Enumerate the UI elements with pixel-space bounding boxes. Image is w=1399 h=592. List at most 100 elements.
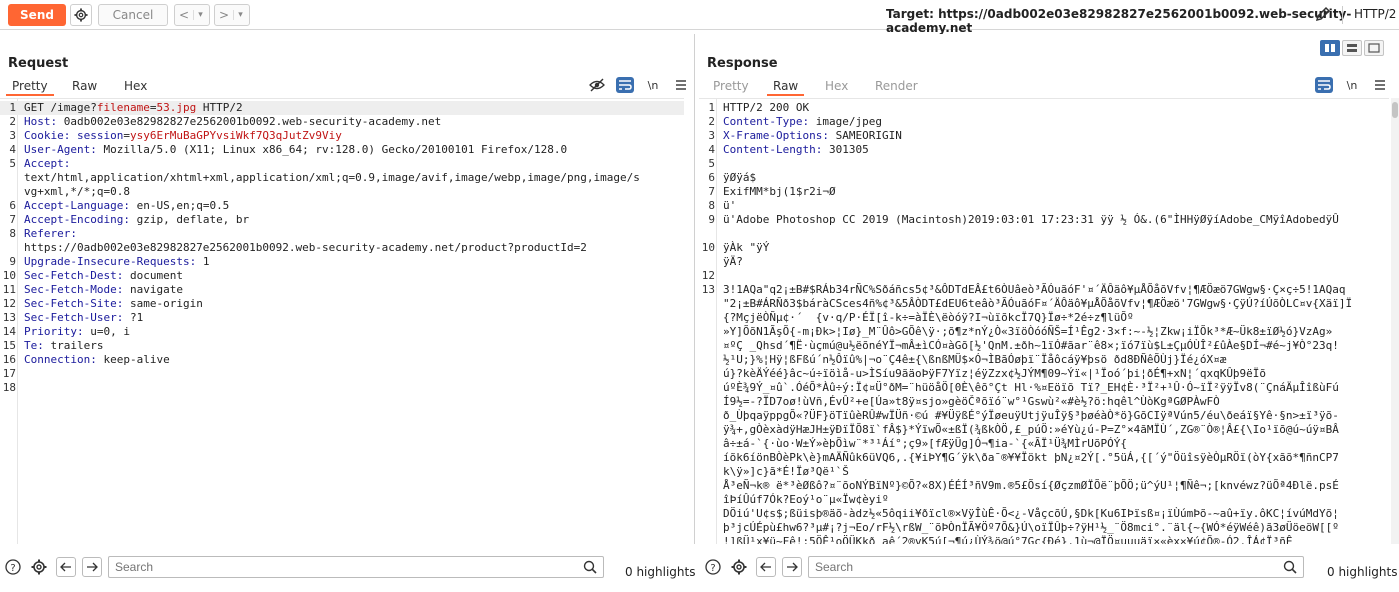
header-line: 4 User-Agent: Mozilla/5.0 (X11; Linux x86… <box>9 143 568 156</box>
request-title: Request <box>8 56 69 71</box>
header-line: 11 Sec-Fetch-Mode: navigate <box>2 283 183 296</box>
body-line: 9 ü'Adobe Photoshop CC 2019 (Macintosh)20… <box>708 213 1339 226</box>
top-toolbar: Send Cancel < ▾ > ▾ Target: https://0adb… <box>0 0 1399 35</box>
show-newlines-button[interactable]: \n <box>1343 77 1361 93</box>
hide-nonprintable-button[interactable] <box>588 77 606 93</box>
response-highlights-count: 0 highlights <box>1327 565 1398 579</box>
scrollbar-thumb[interactable] <box>1392 102 1398 118</box>
layout-stacked-button[interactable] <box>1342 40 1362 56</box>
body-line: 13 3!1AQa"q2¡±B#$RÁb34rÑC%Sðáñcs5¢³&ÔDTdE… <box>701 283 1346 296</box>
show-newlines-button[interactable]: \n <box>644 77 662 93</box>
tab-pretty[interactable]: Pretty <box>6 76 54 96</box>
settings-button[interactable] <box>70 4 92 26</box>
chevron-down-icon[interactable]: ▾ <box>193 10 207 20</box>
header-line: 2 Host: 0adb002e03e82982827e2562001b0092.… <box>9 115 442 128</box>
empty-line: 18 <box>2 381 16 394</box>
eye-slash-icon <box>589 78 605 92</box>
body-continuation: "2¡±B#ÁRÑð3$báràCSces4ñ%¢³&5ÂÒDT£dEU6teâ… <box>723 297 1353 310</box>
next-match-button[interactable] <box>782 557 802 577</box>
request-highlights-count: 0 highlights <box>625 565 696 579</box>
help-button[interactable]: ? <box>4 558 22 576</box>
gear-icon <box>731 559 747 575</box>
body-continuation: Å³eÑ¬k® ë*³èØßô?¤¨õoNÝBïNº}©Õ?«8X)ÉÉÍ³ñV… <box>723 479 1339 492</box>
tab-hex[interactable]: Hex <box>819 76 854 96</box>
menu-button[interactable] <box>1371 77 1389 93</box>
forward-arrow: > <box>218 8 230 22</box>
body-continuation: ½¹U;}%¦Hÿ¦ßFßú´n½Ôïû%|¬o¨Ç4ê±{\ßnßMÜ$×Ó¬… <box>723 353 1227 366</box>
empty-line: 12 <box>701 269 715 282</box>
next-match-button[interactable] <box>82 557 102 577</box>
response-editor-tools: \n <box>1315 76 1389 94</box>
body-continuation: ÿÄ? <box>723 255 743 268</box>
wrap-lines-button[interactable] <box>1315 77 1333 93</box>
body-continuation: k\ÿ»]c}ã*É!Ïø³Që¹`Š <box>723 465 849 478</box>
body-continuation: !]ßÜ¹x¥ü~Fê!:5ÖÊ¹oÖÜKkð¸aê´2®vK5ú[¬¶ú¿ÙÝ… <box>723 535 1293 544</box>
newline-icon: \n <box>1346 78 1358 92</box>
status-line: 1 HTTP/2 200 OK <box>708 101 810 114</box>
body-continuation: ¤ºÇ _Qhsd´¶Ë·ùçmú@u½ëõnéYÏ¬mÂ±ìCÓ¤àGõ[½'… <box>723 339 1339 352</box>
forward-button[interactable]: > ▾ <box>214 4 250 26</box>
header-line: 13 Sec-Fetch-User: ?1 <box>2 311 144 324</box>
wrap-icon <box>619 80 632 90</box>
body-continuation: þ³jcÚÉpù£hw6?³µ#¡?j¬Eo/rF½\rßW_¨õÞÒnÏÃ¥Ö… <box>723 521 1339 534</box>
hamburger-icon <box>1375 80 1385 90</box>
response-title: Response <box>707 56 778 71</box>
request-editor[interactable]: 1 GET /image?filename=53.jpg HTTP/2 2 Host… <box>0 98 684 544</box>
header-line: 12 Sec-Fetch-Site: same-origin <box>2 297 203 310</box>
header-continuation: text/html,application/xhtml+xml,applicat… <box>24 171 640 184</box>
previous-match-button[interactable] <box>756 557 776 577</box>
body-line: 7 ExifMM*bj(1$r2i¬Ø <box>708 185 836 198</box>
pencil-icon <box>1315 6 1331 22</box>
search-settings-button[interactable] <box>30 558 48 576</box>
header-line: 3 X-Frame-Options: SAMEORIGIN <box>708 129 902 142</box>
newline-icon: \n <box>647 78 659 92</box>
header-line: 5 Accept: <box>9 157 71 170</box>
request-search-field <box>108 556 604 578</box>
response-pane: Response Pretty Raw Hex Render \n 1 HTTP/… <box>699 34 1399 544</box>
layout-tabs-button[interactable] <box>1364 40 1384 56</box>
layout-toggle <box>1320 40 1384 56</box>
help-button[interactable]: ? <box>704 558 722 576</box>
header-line: 14 Priority: u=0, i <box>2 325 130 338</box>
search-input[interactable] <box>109 557 569 577</box>
search-input[interactable] <box>809 557 1269 577</box>
chevron-down-icon[interactable]: ▾ <box>233 10 247 20</box>
search-settings-button[interactable] <box>730 558 748 576</box>
tab-raw[interactable]: Raw <box>767 76 805 96</box>
body-continuation: ú}?kèÄÝéé}âc~ú÷ïöìå-u>ÌSíu9ãäoÞÿF7Yïz¦éÿ… <box>723 367 1267 380</box>
menu-button[interactable] <box>672 77 690 93</box>
body-continuation: DÖiú'U¢s$;ßüisþ®äõ-àdz½«5ôqii¥ðïcl®×VÿÎù… <box>723 507 1339 520</box>
arrow-right-icon <box>87 562 98 572</box>
response-search-bar: ? <box>704 556 1304 578</box>
response-editor[interactable]: 1 HTTP/2 200 OK 2 Content-Type: image/jpeg… <box>699 98 1389 544</box>
divider <box>1342 6 1343 24</box>
request-line: 1 GET /image?filename=53.jpg HTTP/2 <box>0 101 684 115</box>
cancel-button[interactable]: Cancel <box>98 4 168 26</box>
tab-raw[interactable]: Raw <box>66 76 103 96</box>
empty-line <box>699 227 1389 241</box>
vertical-scrollbar[interactable] <box>1391 98 1399 544</box>
body-continuation: {?MçjëÒÑµ¢·´ {v·q/P·ÉÏ[î-k÷=àÏÈ\ëòóÿ?I¬ù… <box>723 311 1134 324</box>
wrap-lines-button[interactable] <box>616 77 634 93</box>
body-continuation: Í9½=-?ÏD7oø!ùVñ,ÉvÛ²+e[Úa»t8ÿ¤sjo»gèöČªõ… <box>723 395 1220 408</box>
body-continuation: íõk6íönBÒèPk\è}mAÄÑûk6üVQ6,.{¥iÞY¶G´ÿk\ð… <box>723 451 1339 464</box>
header-line: 3 Cookie: session=ysy6ErMuBaGPYvsiWkf7Q3q… <box>9 129 342 142</box>
back-button[interactable]: < ▾ <box>174 4 210 26</box>
empty-line: 5 <box>708 157 715 170</box>
tab-hex[interactable]: Hex <box>118 76 153 96</box>
response-tabs: Pretty Raw Hex Render <box>699 76 1399 96</box>
tab-render[interactable]: Render <box>869 76 924 96</box>
edit-target-button[interactable] <box>1314 5 1334 25</box>
tab-pretty[interactable]: Pretty <box>707 76 755 96</box>
help-icon: ? <box>5 559 21 575</box>
layout-side-by-side-button[interactable] <box>1320 40 1340 56</box>
send-button[interactable]: Send <box>8 4 66 26</box>
protocol-selector[interactable]: HTTP/2 <box>1354 7 1396 21</box>
body-continuation: â÷±á-`{·ùo·W±Ý»èþÕìw¨*³¹Áí°;ç9»[fÆÿÜg]Ó¬… <box>723 437 1127 450</box>
rows-icon <box>1347 44 1357 52</box>
empty-line: 17 <box>2 367 16 380</box>
header-continuation: https://0adb002e03e82982827e2562001b0092… <box>24 241 587 254</box>
request-search-bar: ? <box>4 556 604 578</box>
header-continuation: vg+xml,*/*;q=0.8 <box>24 185 130 198</box>
previous-match-button[interactable] <box>56 557 76 577</box>
